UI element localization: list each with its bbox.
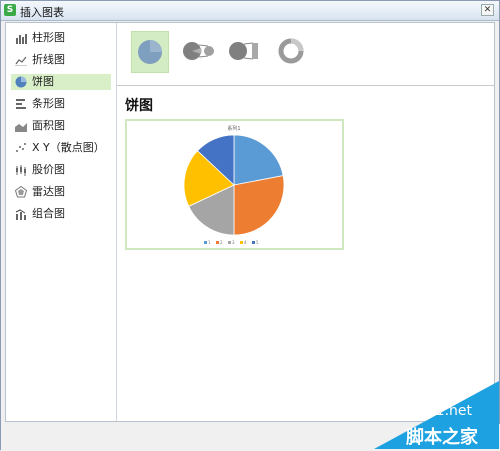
- sidebar-item-scatter-chart[interactable]: X Y（散点图）: [11, 140, 111, 156]
- sidebar-item-label: 折线图: [32, 53, 65, 66]
- close-button[interactable]: ✕: [481, 4, 494, 16]
- legend-entry: 3: [228, 240, 235, 245]
- sidebar-item-line-chart[interactable]: 折线图: [11, 52, 111, 68]
- pie-chart-preview: 系列1 1 2 3 4 5: [183, 125, 285, 245]
- chart-content-panel: 饼图 系列1 1 2 3 4 5: [117, 23, 494, 421]
- subtype-strip: [117, 23, 494, 86]
- legend-label: 3: [232, 240, 235, 245]
- insert-chart-dialog: S 插入图表 ✕ 柱形图 折线图 饼图 条形图 面积图 X Y（散点图） 股价图 雷达图 组合图: [0, 0, 500, 451]
- sidebar-item-combo-chart[interactable]: 组合图: [11, 206, 111, 222]
- bar-of-pie-subtype-icon: [229, 42, 258, 60]
- chart-type-sidebar: 柱形图折线图饼图条形图面积图 X Y（散点图） 股价图雷达图组合图: [6, 23, 117, 421]
- site-watermark: jb51.net 脚本之家: [374, 381, 499, 449]
- pie-of-pie-subtype-icon: [183, 42, 214, 60]
- doughnut-subtype-icon: [278, 38, 304, 64]
- bar-of-pie-subtype-button[interactable]: [225, 31, 263, 73]
- sidebar-item-column-chart[interactable]: 柱形图: [11, 30, 111, 46]
- app-icon: S: [4, 4, 16, 16]
- sidebar-item-label: X Y（散点图）: [32, 141, 105, 154]
- sidebar-item-label: 组合图: [32, 207, 65, 220]
- sidebar-item-label: 面积图: [32, 119, 65, 132]
- legend-label: 4: [244, 240, 247, 245]
- sidebar-item-pie-chart[interactable]: 饼图: [11, 74, 111, 90]
- section-title: 饼图: [125, 98, 153, 114]
- pie-subtype-button[interactable]: [131, 31, 169, 73]
- legend-swatch: [240, 241, 243, 244]
- legend-label: 1: [208, 240, 211, 245]
- scatter-chart-icon: [16, 143, 26, 152]
- sidebar-item-label: 饼图: [32, 75, 54, 88]
- legend-entry: 1: [204, 240, 211, 245]
- radar-chart-icon: [15, 186, 27, 198]
- watermark-url: jb51.net: [414, 403, 473, 419]
- title-bar: S 插入图表 ✕: [1, 1, 499, 21]
- legend-swatch: [228, 241, 231, 244]
- pie-subtype-icon: [138, 40, 162, 64]
- line-chart-icon: [15, 56, 27, 66]
- legend-swatch: [216, 241, 219, 244]
- sidebar-item-bar-chart[interactable]: 条形图: [11, 96, 111, 112]
- sidebar-item-radar-chart[interactable]: 雷达图: [11, 184, 111, 200]
- pie-chart-icon: [15, 76, 27, 88]
- dialog-body: 柱形图折线图饼图条形图面积图X Y（散点图）股价图雷达图组合图: [5, 22, 495, 422]
- legend-label: 2: [220, 240, 223, 245]
- legend-entry: 4: [240, 240, 247, 245]
- sidebar-item-label: 柱形图: [32, 31, 65, 44]
- legend-swatch: [252, 241, 255, 244]
- sidebar-item-label: 条形图: [32, 97, 65, 110]
- legend-label: 5: [256, 240, 259, 245]
- watermark-name: 脚本之家: [406, 427, 478, 448]
- chart-title: 系列1: [227, 125, 240, 132]
- legend-entry: 5: [252, 240, 259, 245]
- sidebar-item-label: 雷达图: [32, 185, 65, 198]
- sidebar-item-stock-chart[interactable]: 股价图: [11, 162, 111, 178]
- pie-of-pie-subtype-button[interactable]: [180, 31, 218, 73]
- legend-swatch: [204, 241, 207, 244]
- combo-chart-icon: [15, 209, 26, 220]
- chart-preview[interactable]: 系列1 1 2 3 4 5: [125, 119, 344, 250]
- stock-chart-icon: [16, 165, 26, 176]
- sidebar-item-area-chart[interactable]: 面积图: [11, 118, 111, 134]
- pie-slice-2: [233, 175, 285, 236]
- area-chart-icon: [15, 123, 27, 132]
- doughnut-subtype-button[interactable]: [272, 31, 310, 73]
- sidebar-item-label: 股价图: [32, 163, 65, 176]
- legend-entry: 2: [216, 240, 223, 245]
- column-chart-icon: [16, 34, 27, 44]
- dialog-title: 插入图表: [20, 6, 64, 19]
- bar-chart-icon: [16, 99, 26, 109]
